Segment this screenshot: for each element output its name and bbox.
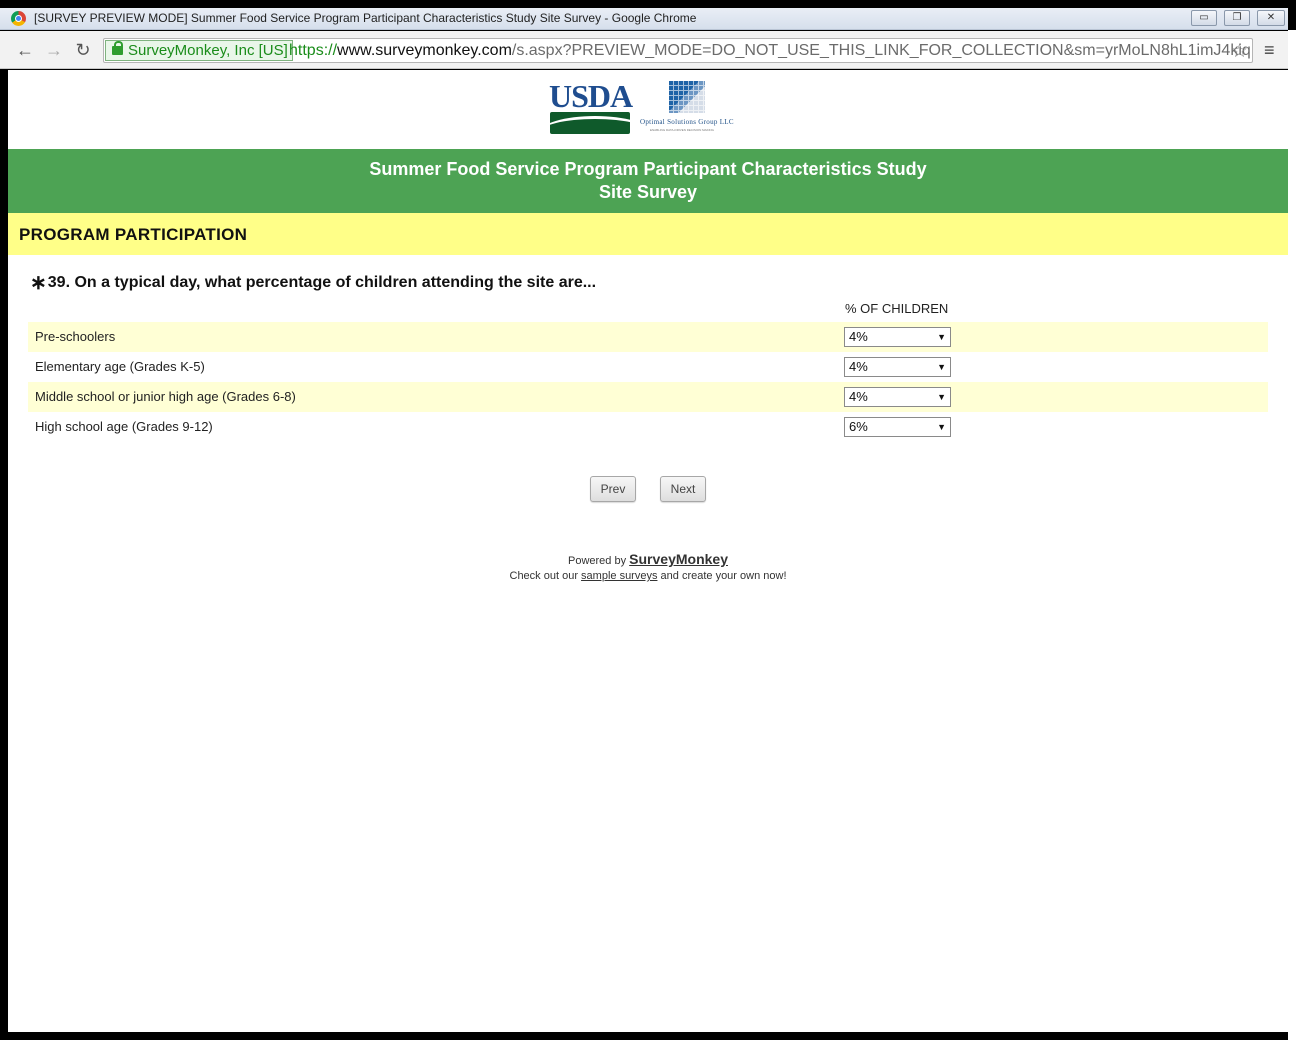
ev-certificate-badge[interactable]: SurveyMonkey, Inc [US] <box>105 40 293 61</box>
dropdown-arrow-icon: ▼ <box>937 362 946 372</box>
optimal-solutions-logo: Optimal Solutions Group LLC ENABLING DAT… <box>636 78 748 138</box>
background-window-edge <box>1288 30 1296 1040</box>
question-label: 39. On a typical day, what percentage of… <box>47 274 597 291</box>
dropdown-value: 6% <box>849 419 868 434</box>
percentage-dropdown[interactable]: 6% ▼ <box>844 417 951 437</box>
matrix-row: Pre-schoolers 4% ▼ <box>28 322 1268 352</box>
prev-button[interactable]: Prev <box>590 476 636 502</box>
osg-tagline: ENABLING DATA-DRIVEN DECISION MAKING <box>650 128 714 132</box>
create-text: and create your own now! <box>660 570 787 582</box>
surveymonkey-link[interactable]: SurveyMonkey <box>629 551 728 567</box>
page-viewport: USDA Optimal Solutions Group LLC ENABLIN… <box>8 70 1288 1032</box>
row-label: Middle school or junior high age (Grades… <box>35 389 296 404</box>
chrome-menu-icon[interactable]: ≡ <box>1264 40 1275 61</box>
required-asterisk-icon: ∗ <box>30 272 47 294</box>
minimize-button[interactable]: ▭ <box>1191 10 1217 26</box>
dropdown-arrow-icon: ▼ <box>937 332 946 342</box>
matrix-row: Middle school or junior high age (Grades… <box>28 382 1268 412</box>
section-title: PROGRAM PARTICIPATION <box>19 225 248 244</box>
dropdown-arrow-icon: ▼ <box>937 422 946 432</box>
url-scheme: https:// <box>289 42 338 59</box>
ev-label: SurveyMonkey, Inc [US] <box>128 42 288 59</box>
survey-title: Summer Food Service Program Participant … <box>369 159 927 179</box>
percentage-dropdown[interactable]: 4% ▼ <box>844 327 951 347</box>
column-header: % OF CHILDREN <box>845 301 949 316</box>
matrix-row: Elementary age (Grades K-5) 4% ▼ <box>28 352 1268 382</box>
header-logos: USDA Optimal Solutions Group LLC ENABLIN… <box>548 78 748 138</box>
matrix-row: High school age (Grades 9-12) 6% ▼ <box>28 412 1268 442</box>
back-icon[interactable]: ← <box>14 39 36 61</box>
restore-button[interactable]: ❐ <box>1224 10 1250 26</box>
row-label: High school age (Grades 9-12) <box>35 419 213 434</box>
percentage-dropdown[interactable]: 4% ▼ <box>844 357 951 377</box>
usda-logo-bar <box>550 112 630 134</box>
usda-logo: USDA <box>548 78 633 136</box>
reload-icon[interactable]: ↻ <box>72 39 94 61</box>
dropdown-value: 4% <box>849 329 868 344</box>
dropdown-arrow-icon: ▼ <box>937 392 946 402</box>
osg-grid-icon <box>668 80 706 114</box>
chrome-logo-icon <box>11 11 26 26</box>
forward-icon[interactable]: → <box>43 39 65 61</box>
lock-icon <box>112 41 123 55</box>
survey-subtitle: Site Survey <box>598 182 698 202</box>
browser-window: [SURVEY PREVIEW MODE] Summer Food Servic… <box>0 0 1296 1040</box>
row-label: Pre-schoolers <box>35 329 116 344</box>
osg-name: Optimal Solutions Group LLC <box>640 118 734 126</box>
address-bar[interactable]: SurveyMonkey, Inc [US] https://www.surve… <box>103 38 1253 63</box>
percentage-dropdown[interactable]: 4% ▼ <box>844 387 951 407</box>
dropdown-value: 4% <box>849 359 868 374</box>
question-text: ∗39. On a typical day, what percentage o… <box>30 270 596 295</box>
powered-by-text: Powered by <box>568 555 627 567</box>
next-button[interactable]: Next <box>660 476 706 502</box>
title-bar: [SURVEY PREVIEW MODE] Summer Food Servic… <box>0 8 1288 30</box>
bookmark-star-icon[interactable]: ☆ <box>1231 40 1248 62</box>
dropdown-value: 4% <box>849 389 868 404</box>
sample-surveys-link[interactable]: sample surveys <box>581 570 657 582</box>
close-button[interactable]: ✕ <box>1257 10 1285 26</box>
survey-title-band: Summer Food Service Program Participant … <box>8 149 1288 213</box>
row-label: Elementary age (Grades K-5) <box>35 359 205 374</box>
browser-toolbar: ← → ↻ SurveyMonkey, Inc [US] https://www… <box>0 31 1288 69</box>
footer: Powered by SurveyMonkey Check out our sa… <box>8 552 1288 584</box>
url-host: www.surveymonkey.com <box>337 42 512 59</box>
url-text[interactable]: https://www.surveymonkey.com/s.aspx?PREV… <box>289 41 1253 61</box>
section-header-band: PROGRAM PARTICIPATION <box>8 213 1288 255</box>
check-out-text: Check out our <box>509 570 578 582</box>
window-title: [SURVEY PREVIEW MODE] Summer Food Servic… <box>34 11 697 25</box>
usda-logo-text: USDA <box>549 78 633 114</box>
url-path: /s.aspx?PREVIEW_MODE=DO_NOT_USE_THIS_LIN… <box>511 42 1253 59</box>
